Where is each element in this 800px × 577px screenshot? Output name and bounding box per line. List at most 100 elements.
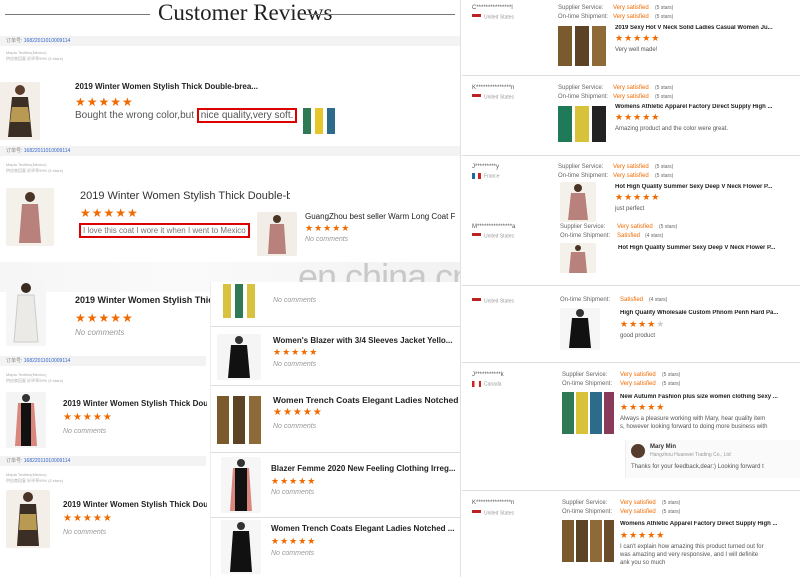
review-text: just perfect [615,206,645,212]
rating-count: (5 stars) [655,85,674,91]
product-thumbnail[interactable] [556,104,608,144]
ontime-label: On-time Shipment: [562,509,613,515]
product-thumbnail[interactable] [6,392,46,448]
left-review-column: 订单号: 16822011010009114 Mapia Textiles(Me… [0,36,460,62]
review-product-title[interactable]: Womens Athletic Apparel Factory Direct S… [615,104,795,110]
no-comments: No comments [63,529,107,536]
review-text: Very well made! [615,47,658,53]
rating-stars: ★★★★★ [615,112,661,122]
no-comments: No comments [273,361,317,368]
review-product-title[interactable]: High Quality Wholesale Custom Phnom Penh… [620,310,798,316]
review-product-title[interactable]: 2019 Winter Women Stylish Thick Double [63,399,207,408]
review-product-title[interactable]: 2019 Winter Women Stylish Thick Double-b… [80,190,290,202]
product-thumbnail[interactable] [6,280,46,346]
rating-count: (5 stars) [659,224,678,230]
rating-value: Very satisfied [620,500,656,506]
no-comments: No comments [271,489,315,496]
review-text: I love this coat I wore it when I went t… [79,223,250,238]
product-thumbnail[interactable] [560,518,616,564]
reviewer-country: United States [472,14,514,20]
rating-value: Very satisfied [613,94,649,100]
review-product-title[interactable]: 2019 Winter Women Stylish Thick Double [63,500,207,509]
rating-value: Very satisfied [620,381,656,387]
supplier-service-label: Supplier Service: [560,224,606,230]
product-thumbnail[interactable] [560,182,596,222]
product-thumbnail[interactable] [221,520,261,574]
related-product-title[interactable]: GuangZhou best seller Warm Long Coat Fur… [305,212,455,221]
rating-value: Satisfied [620,297,644,303]
meta-line: 供应商回复 好评率99% (5 stars) [6,478,63,483]
reviewer-country: United States [472,94,514,100]
rating-count: (5 stars) [655,173,674,179]
no-comments: No comments [273,297,317,304]
rating-stars: ★★★★★ [620,402,666,412]
review-product-title[interactable]: 2019 Winter Women Stylish Thick Double-b… [75,82,275,91]
reply-text: Thanks for your feedback,dear:) Looking … [631,464,764,470]
reviewer-name: K***************n [472,85,515,91]
supplier-service-label: Supplier Service: [558,5,604,11]
review-product-title[interactable]: New Autumn Fashion plus size women cloth… [620,394,798,400]
product-thumbnail[interactable] [560,308,600,350]
review-product-title[interactable]: Womens Athletic Apparel Factory Direct S… [620,521,798,527]
product-thumbnail[interactable] [6,188,54,246]
meta-line: 供应商回复 好评率99% (5 stars) [6,168,63,173]
rating-value: Satisfied [617,233,641,239]
rating-stars: ★★★★★ [63,412,113,423]
reviewer-country: United States [472,298,514,304]
rating-stars: ★★★★★ [75,95,134,109]
shop-line: Mapia Textiles(Mexico) [6,472,47,477]
rating-count: (5 stars) [655,94,674,100]
rating-value: Very satisfied [620,372,656,378]
rating-count: (4 stars) [645,233,664,239]
reviewer-country: Canada [472,381,502,387]
product-thumbnail[interactable] [0,82,40,140]
ontime-label: On-time Shipment: [560,297,611,303]
product-thumbnail[interactable] [556,24,608,68]
review-text: Always a pleasure working with Mary, hea… [620,416,766,422]
product-thumbnail[interactable] [560,390,616,436]
rating-stars: ★★★★★ [75,311,134,325]
review-product-title[interactable]: 2019 Sexy Hot V Neck Solid Ladies Casual… [615,25,795,31]
supplier-reply: Mary Min Hangzhou Huanwei Trading Co., L… [625,440,800,478]
rating-count: (5 stars) [655,14,674,20]
order-header: 订单号: 16822011010009114 [0,456,206,466]
product-thumbnail[interactable] [215,392,265,446]
product-thumbnail[interactable] [221,457,261,513]
review-product-title[interactable]: 2019 Winter Women Stylish Thick [75,295,215,305]
related-product-title[interactable]: Blazer Femme 2020 New Feeling Clothing I… [271,464,456,473]
review-text: Bought the wrong color,but nice quality,… [75,108,298,123]
product-thumbnail[interactable] [257,212,297,256]
rating-stars: ★★★★★ [620,530,666,540]
rating-stars: ★★★★★ [271,476,317,486]
no-comments: No comments [63,428,107,435]
review-photo[interactable] [300,104,340,136]
meta-line: 供应商回复 好评率99% (5 stars) [6,56,63,61]
related-product-title[interactable]: Women's Blazer with 3/4 Sleeves Jacket Y… [273,336,458,345]
related-product-title[interactable]: Women Trench Coats Elegant Ladies Notche… [273,395,458,405]
rating-value: Very satisfied [620,509,656,515]
order-header: 订单号: 16822011010009114 [0,146,460,156]
product-thumbnail[interactable] [560,243,596,273]
avatar [631,444,645,458]
ontime-label: On-time Shipment: [560,233,611,239]
reviewer-country: France [472,173,500,179]
supplier-service-label: Supplier Service: [558,164,604,170]
shop-line: Mapia Textiles(Mexico) [6,372,47,377]
meta-line: 供应商回复 好评率99% (5 stars) [6,378,63,383]
product-thumbnail[interactable] [219,284,263,320]
review-product-title[interactable]: Hot High Quality Summer Sexy Deep V Neck… [615,184,795,190]
reply-author: Mary Min [650,444,677,450]
product-thumbnail[interactable] [217,334,261,380]
reviewer-country: United States [472,233,514,239]
section-title: Customer Reviews [0,0,460,30]
related-product-title[interactable]: Women Trench Coats Elegant Ladies Notche… [271,524,456,533]
reviewer-name: K***************n [472,500,515,506]
review-text: I can't explain how amazing this product… [620,544,764,550]
review-product-title[interactable]: Hot High Quality Summer Sexy Deep V Neck… [618,245,798,251]
rating-value: Very satisfied [613,5,649,11]
shop-line: Mapia Textiles(Mexico) [6,162,47,167]
product-thumbnail[interactable] [6,490,50,548]
order-header: 订单号: 16822011010009114 [0,36,460,46]
order-header: 订单号: 16822011010009114 [0,356,206,366]
ontime-label: On-time Shipment: [558,14,609,20]
